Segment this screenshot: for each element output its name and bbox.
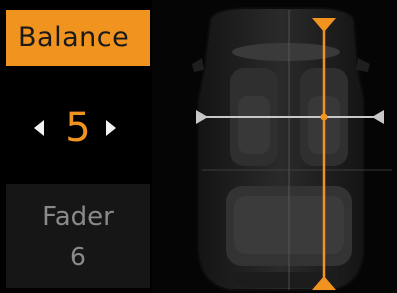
fader-value: 6: [70, 242, 86, 271]
chevron-left-icon[interactable]: [34, 120, 44, 136]
front-left-seat-cushion: [238, 96, 270, 154]
balance-fader-position-marker[interactable]: [320, 113, 328, 121]
chevron-right-icon[interactable]: [106, 120, 116, 136]
audio-settings-screen: Balance 5 Fader 6: [0, 0, 397, 293]
car-position-view[interactable]: [152, 0, 397, 293]
fader-tab[interactable]: Fader 6: [6, 184, 150, 288]
right-mirror: [356, 58, 370, 72]
car-top-view: [192, 7, 392, 291]
balance-tab[interactable]: Balance: [6, 10, 150, 66]
balance-stepper: 5: [6, 92, 150, 162]
balance-value: 5: [65, 105, 91, 151]
settings-panel: Balance 5 Fader 6: [0, 0, 152, 293]
balance-tab-label: Balance: [18, 22, 130, 53]
fader-tab-label: Fader: [42, 202, 114, 232]
balance-right-handle[interactable]: [372, 110, 384, 124]
left-mirror: [192, 58, 204, 72]
